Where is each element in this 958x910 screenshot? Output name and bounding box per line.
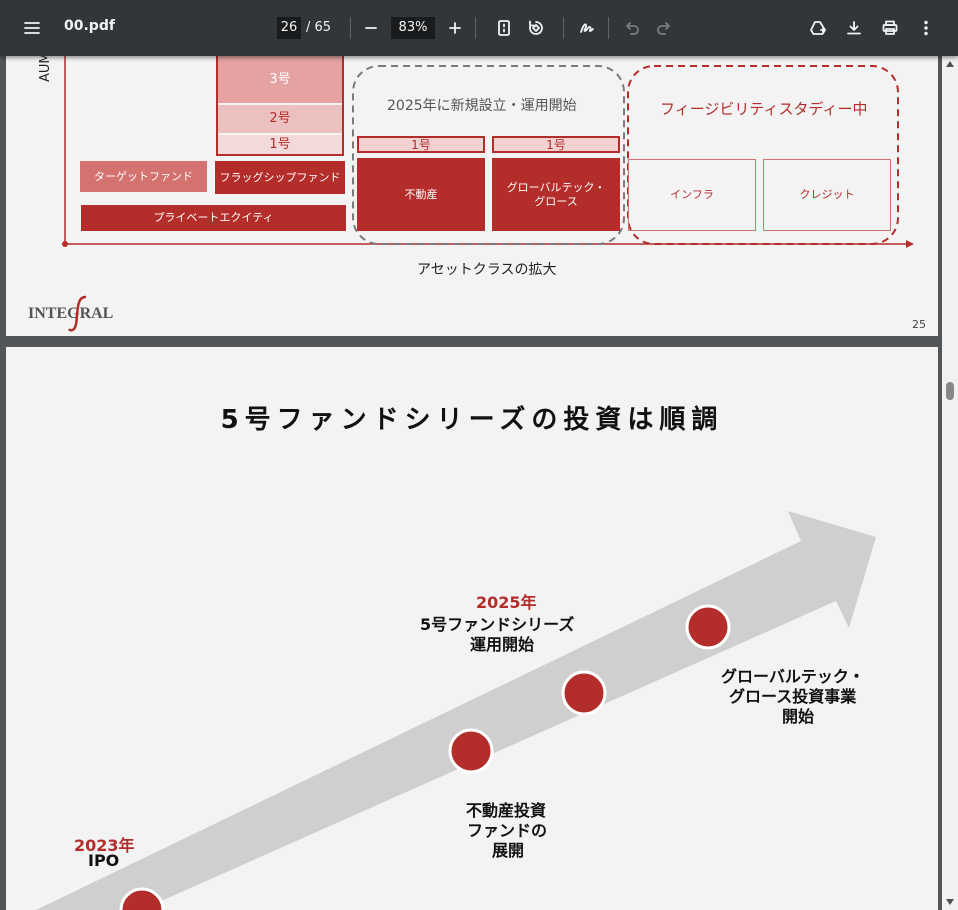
- plus-icon[interactable]: [441, 14, 469, 42]
- toolbar-divider: [563, 17, 564, 39]
- undo-icon[interactable]: [618, 14, 646, 42]
- x-axis-label: アセットクラスの拡大: [417, 262, 557, 278]
- download-icon[interactable]: [840, 14, 868, 42]
- page-number: 25: [912, 318, 926, 331]
- fund5-label-line2: 運用開始: [470, 635, 535, 654]
- redo-icon[interactable]: [650, 14, 678, 42]
- scroll-up-icon[interactable]: [945, 60, 955, 68]
- timeline-dot-fund5: [561, 670, 607, 716]
- drive-add-icon[interactable]: [804, 14, 832, 42]
- fit-page-icon[interactable]: [490, 14, 518, 42]
- growth-label-line3: 開始: [782, 707, 815, 726]
- pdf-viewer[interactable]: AUM 3号 2号 1号 ターゲットファンド フラッグシップファンド プライベー…: [0, 56, 958, 910]
- vertical-scrollbar[interactable]: [942, 56, 958, 910]
- pdf-page-25: AUM 3号 2号 1号 ターゲットファンド フラッグシップファンド プライベー…: [6, 56, 938, 336]
- timeline-dot-realestate: [448, 728, 494, 774]
- toolbar-divider: [350, 17, 351, 39]
- growth-box: グローバルテック・ グロース: [492, 158, 620, 231]
- scroll-thumb[interactable]: [946, 382, 954, 400]
- scroll-down-icon[interactable]: [945, 898, 955, 906]
- toolbar-divider: [475, 17, 476, 39]
- fund-3-box: 3号: [218, 56, 342, 103]
- file-name: 00.pdf: [64, 18, 115, 34]
- infra-box: インフラ: [628, 159, 756, 231]
- rotate-icon[interactable]: [522, 14, 550, 42]
- realestate-box: 不動産: [357, 158, 485, 231]
- private-equity-box: プライベートエクイティ: [81, 205, 346, 231]
- annotate-icon[interactable]: [573, 14, 601, 42]
- minus-icon[interactable]: [357, 14, 385, 42]
- more-vert-icon[interactable]: [912, 14, 940, 42]
- print-icon[interactable]: [876, 14, 904, 42]
- toolbar-divider: [608, 17, 609, 39]
- logo-swoosh-icon: [68, 295, 87, 332]
- page-number-input[interactable]: 26: [277, 17, 301, 39]
- growth-fund-1-box: 1号: [492, 136, 620, 153]
- timeline-dot-growth: [685, 604, 731, 650]
- fund-2-box: 2号: [218, 105, 342, 133]
- ipo-label: IPO: [88, 851, 120, 870]
- fund-1-box: 1号: [218, 135, 342, 154]
- target-fund-box: ターゲットファンド: [80, 161, 207, 192]
- realestate-fund-1-box: 1号: [357, 136, 485, 153]
- page-total: / 65: [306, 20, 332, 35]
- feasibility-label: フィージビリティスタディー中: [660, 100, 868, 118]
- credit-box: クレジット: [763, 159, 891, 231]
- realestate-label-line3: 展開: [492, 841, 525, 860]
- launch-2025-label: 2025年に新規設立・運用開始: [387, 98, 577, 114]
- zoom-input[interactable]: 83%: [391, 17, 435, 39]
- menu-icon[interactable]: [18, 14, 46, 42]
- fund5-year: 2025年: [476, 593, 537, 612]
- pdf-page-26: 5号ファンドシリーズの投資は順調 2025年 5号ファンドシリーズ 運用開始 グ…: [6, 347, 938, 910]
- pdf-toolbar: 00.pdf 26 / 65 83%: [0, 0, 958, 56]
- flagship-fund-box: フラッグシップファンド: [215, 161, 345, 194]
